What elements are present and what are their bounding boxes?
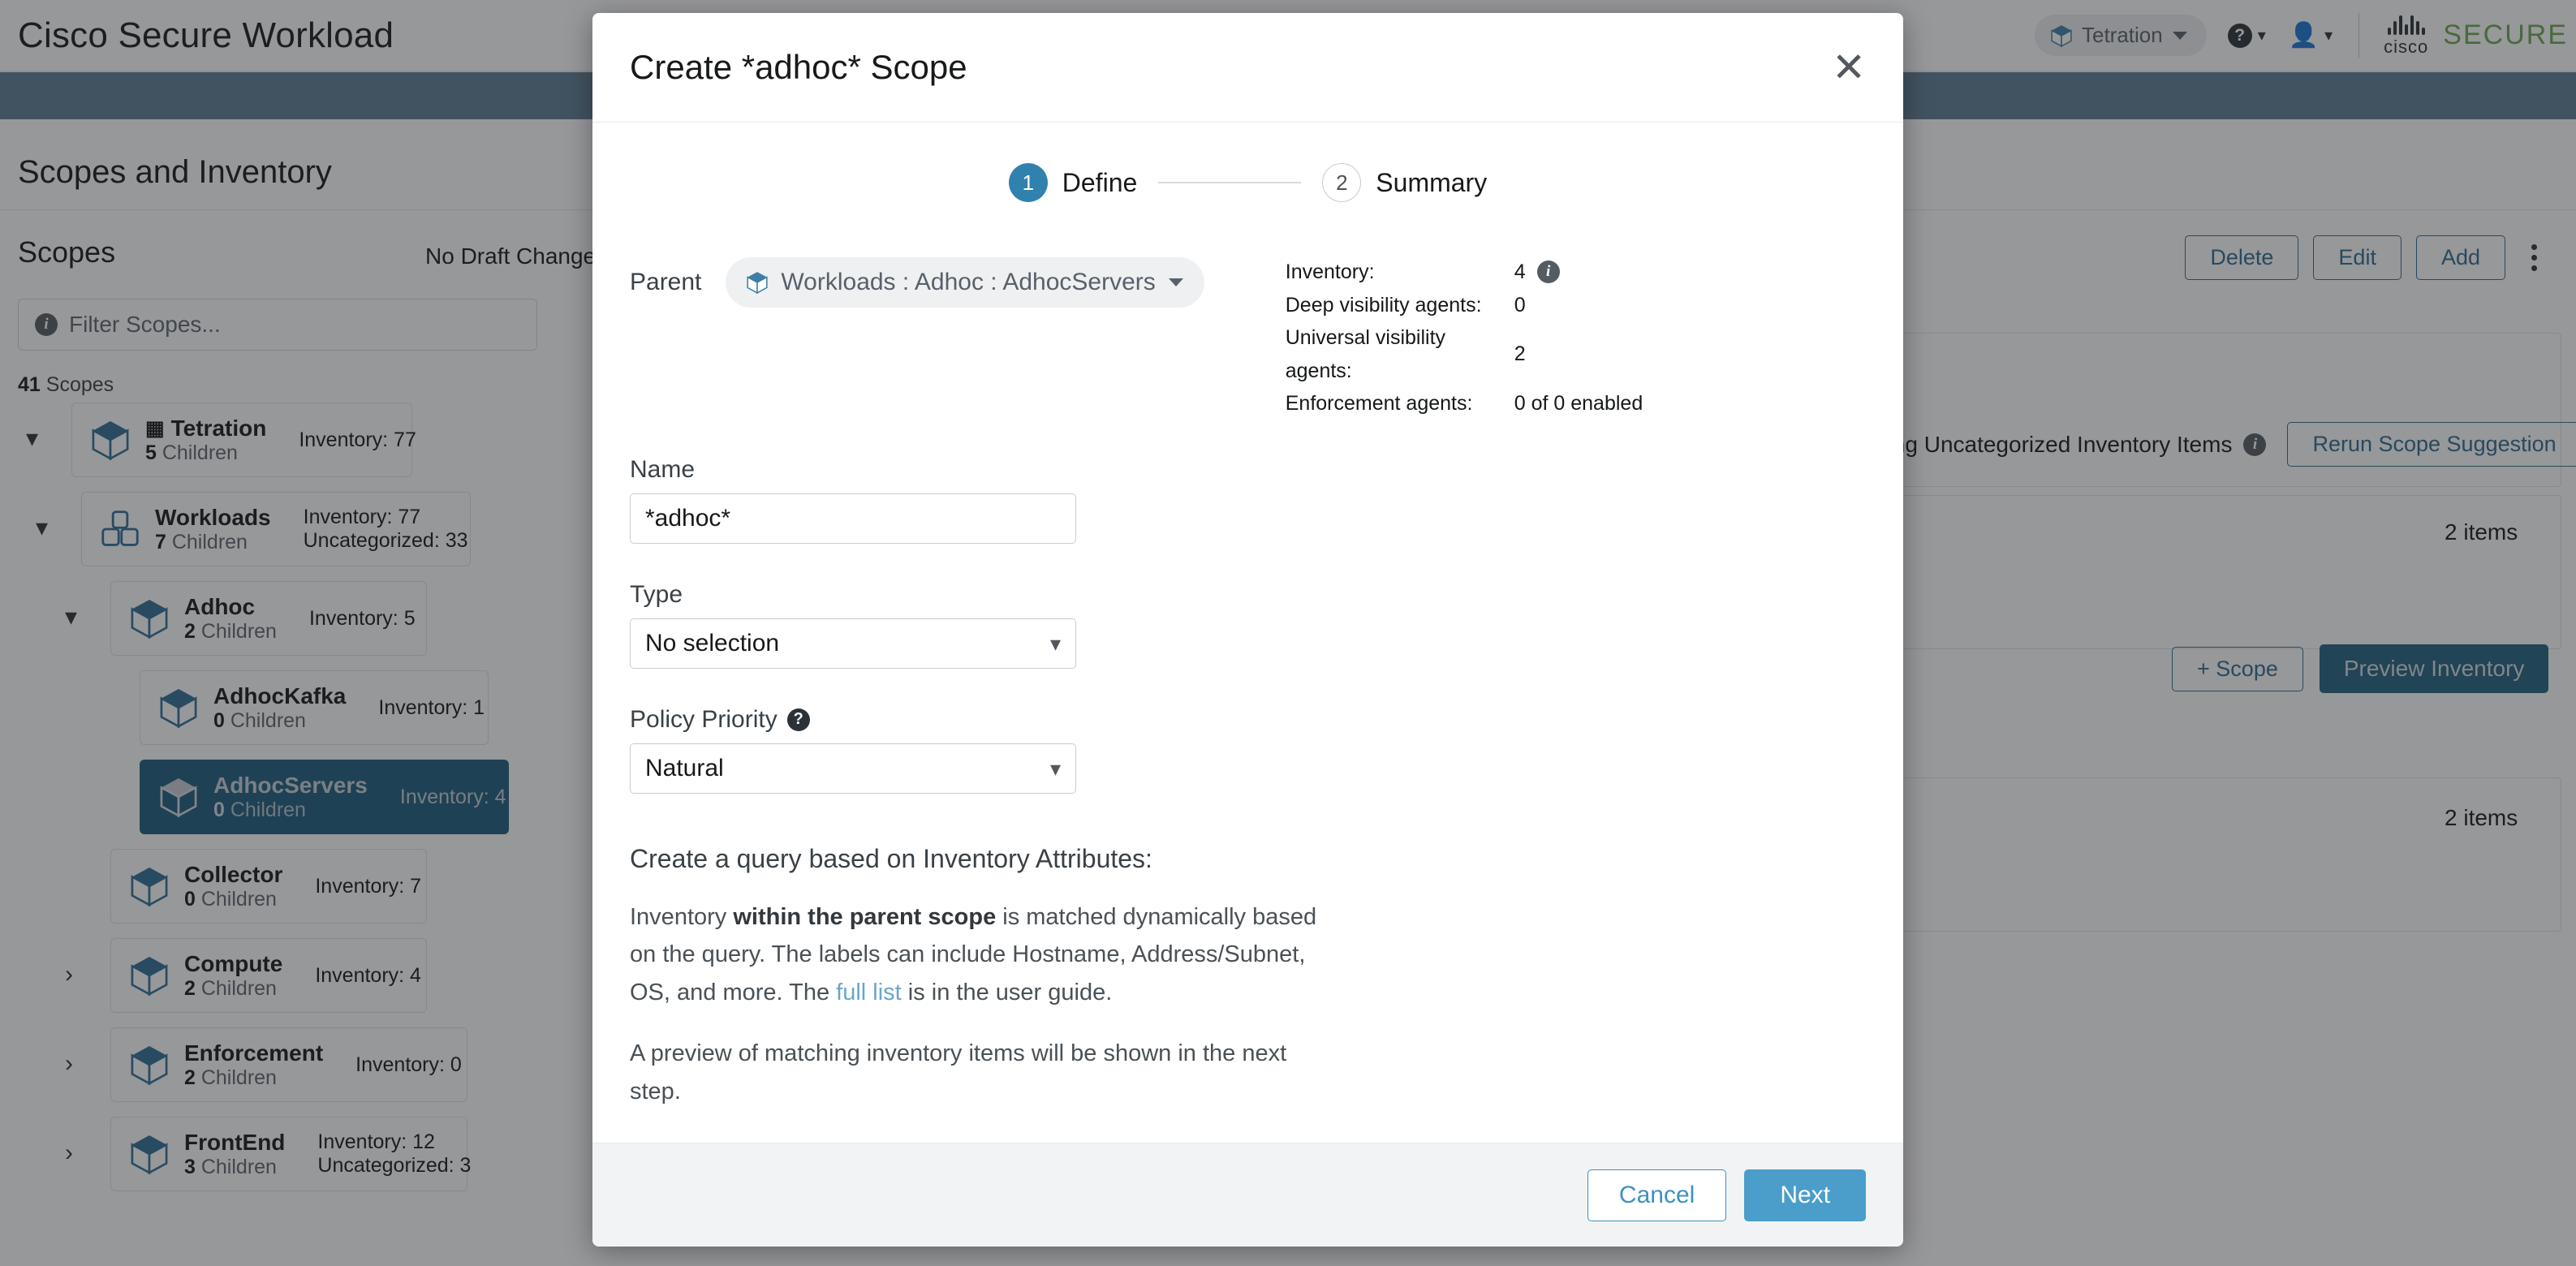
name-label: Name [630, 455, 696, 483]
policy-priority-group: Policy Priority ? Natural ▾ [630, 706, 1866, 794]
chevron-down-icon: ▾ [1049, 756, 1061, 781]
parent-row: Parent Workloads : Adhoc : AdhocServers … [630, 239, 1866, 420]
create-scope-dialog: Create *adhoc* Scope ✕ 1 Define 2 Summar… [592, 13, 1903, 1247]
query-preview-note: A preview of matching inventory items wi… [630, 1040, 1287, 1105]
close-icon[interactable]: ✕ [1832, 47, 1866, 88]
policy-priority-select[interactable]: Natural ▾ [630, 743, 1076, 794]
step-summary[interactable]: 2 Summary [1322, 163, 1487, 202]
query-description-paragraph: Inventory within the parent scope is mat… [630, 903, 1317, 1006]
stat-row: Deep visibility agents: 0 [1286, 289, 1643, 322]
dialog-title: Create *adhoc* Scope [630, 48, 967, 86]
screen: Cisco Secure Workload Tetration ? ▾ 👤 ▾ … [0, 0, 2576, 1266]
parent-selector-group: Parent Workloads : Adhoc : AdhocServers [630, 239, 1204, 308]
full-list-link[interactable]: full list [836, 980, 902, 1005]
stat-value: 2 [1514, 342, 1526, 366]
step-1-number: 1 [1008, 163, 1048, 202]
dialog-content: Parent Workloads : Adhoc : AdhocServers … [592, 239, 1903, 1143]
parent-scope-selector[interactable]: Workloads : Adhoc : AdhocServers [726, 257, 1204, 308]
chevron-down-icon: ▾ [1049, 631, 1061, 656]
info-icon[interactable]: i [1536, 261, 1560, 284]
scope-stats: Inventory: 4 i Deep visibility agents: 0 Univ… [1286, 239, 1643, 420]
dialog-header: Create *adhoc* Scope ✕ [592, 13, 1903, 123]
type-label: Type [630, 580, 683, 608]
caret-down-icon [1168, 278, 1183, 286]
policy-priority-label: Policy Priority ? [630, 706, 1866, 734]
stat-key: Universal visibility agents: [1285, 326, 1446, 382]
stat-row: Inventory: 4 i [1286, 256, 1643, 289]
type-field-group: Type No selection ▾ [630, 581, 1866, 669]
name-input[interactable]: *adhoc* [630, 493, 1076, 544]
cube-icon [747, 272, 768, 294]
query-section-heading: Create a query based on Inventory Attrib… [630, 843, 1152, 873]
type-select-value: No selection [645, 629, 780, 657]
parent-scope-value: Workloads : Adhoc : AdhocServers [781, 269, 1156, 295]
next-button[interactable]: Next [1744, 1169, 1866, 1221]
stat-value: 4i [1514, 256, 1560, 289]
policy-priority-value: Natural [645, 754, 724, 782]
query-section: Create a query based on Inventory Attrib… [630, 844, 1866, 1143]
type-select[interactable]: No selection ▾ [630, 618, 1076, 669]
step-define[interactable]: 1 Define [1008, 163, 1138, 202]
stat-value: 0 of 0 enabled [1514, 392, 1643, 415]
dialog-footer: Cancel Next [592, 1143, 1903, 1247]
name-input-value: *adhoc* [645, 504, 731, 532]
stepper-connector [1158, 182, 1302, 183]
step-2-number: 2 [1322, 163, 1362, 202]
dialog-body: 1 Define 2 Summary Parent Workloads: Ad… [592, 123, 1903, 1143]
wizard-stepper: 1 Define 2 Summary [592, 123, 1903, 239]
stat-row: Enforcement agents: 0 of 0 enabled [1286, 387, 1643, 420]
name-field-group: Name *adhoc* [630, 456, 1866, 544]
step-2-label: Summary [1376, 167, 1488, 197]
stat-value: 0 [1514, 293, 1526, 316]
cancel-button[interactable]: Cancel [1587, 1169, 1727, 1221]
stat-row: Universal visibility agents: 2 [1286, 321, 1643, 387]
stat-key: Inventory: [1285, 261, 1375, 283]
query-label: Query i [630, 1140, 1866, 1143]
help-icon[interactable]: ? [786, 708, 810, 731]
stat-key: Deep visibility agents: [1285, 293, 1482, 316]
stat-key: Enforcement agents: [1285, 392, 1473, 415]
parent-label: Parent [630, 269, 702, 295]
step-1-label: Define [1062, 167, 1138, 197]
